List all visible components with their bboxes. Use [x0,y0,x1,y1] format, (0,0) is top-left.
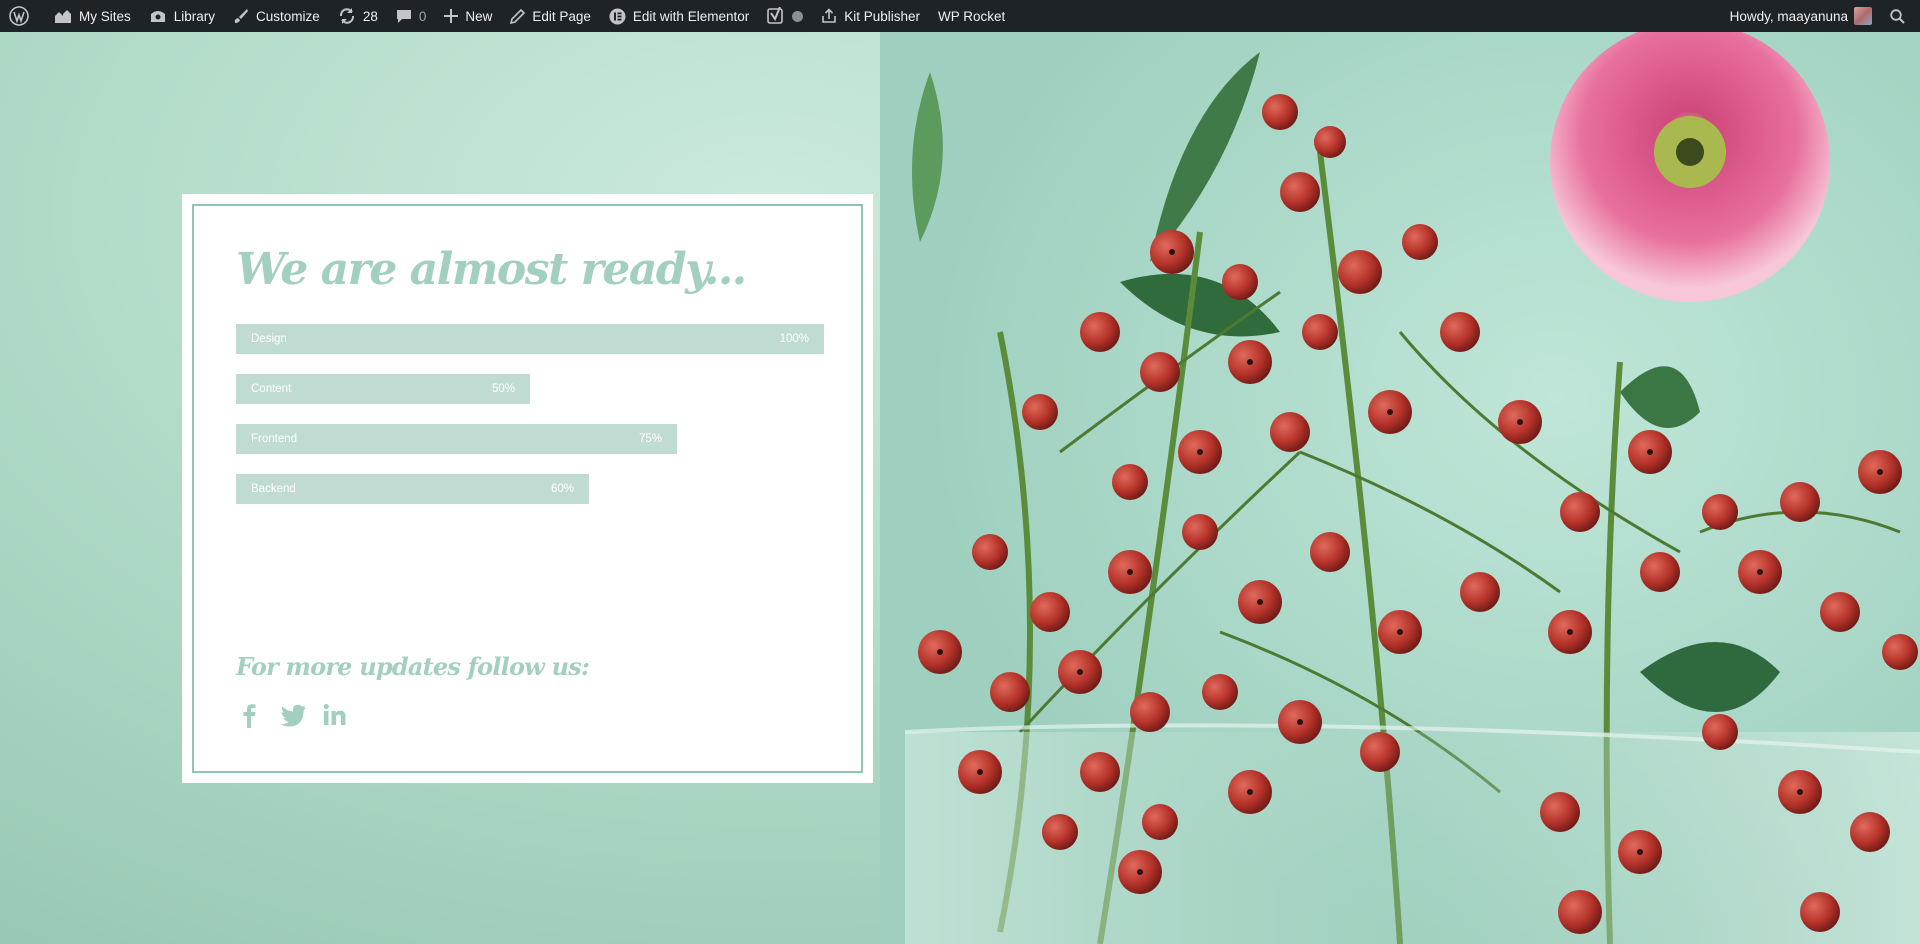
yoast-seo-button[interactable] [758,0,812,32]
comment-icon [396,10,411,23]
twitter-icon [280,704,306,727]
progress-bar-backend: Backend 60% [236,474,589,504]
progress-bar-design: Design 100% [236,324,824,354]
progress-label: Frontend [251,433,298,445]
wp-rocket-menu[interactable]: WP Rocket [929,0,1014,32]
avatar [1854,7,1872,25]
wp-rocket-label: WP Rocket [938,8,1006,24]
paintbrush-icon [234,9,249,23]
account-menu[interactable]: Howdy, maayanuna [1721,0,1881,32]
edit-with-elementor-button[interactable]: Edit with Elementor [600,0,758,32]
upload-icon [822,8,837,23]
progress-value: 75% [638,433,662,445]
page-title: We are almost ready... [236,244,747,295]
edit-with-elementor-label: Edit with Elementor [632,8,750,24]
coming-soon-card: We are almost ready... Design 100% Conte… [182,194,873,783]
elementor-icon [609,8,626,24]
comments-count: 0 [418,8,427,24]
customize-button[interactable]: Customize [224,0,329,32]
howdy-label: Howdy, maayanuna [1729,8,1848,24]
card-border: We are almost ready... Design 100% Conte… [192,204,863,773]
progress-label: Backend [251,483,296,495]
search-icon [1890,8,1905,24]
progress-value: 100% [779,333,809,345]
facebook-link[interactable] [236,702,262,728]
search-button[interactable] [1881,0,1920,32]
wordpress-logo-button[interactable] [0,0,45,32]
plus-icon [444,9,459,23]
my-sites-menu[interactable]: My Sites [45,0,140,32]
edit-page-label: Edit Page [532,8,591,24]
seo-status-dot [792,10,804,22]
new-label: New [465,8,493,24]
new-content-button[interactable]: New [435,0,501,32]
library-menu[interactable]: Library [140,0,224,32]
progress-value: 60% [550,483,574,495]
updates-button[interactable]: 28 [329,0,387,32]
my-sites-label: My Sites [79,8,131,24]
facebook-icon [243,704,256,728]
progress-label: Design [251,333,287,345]
follow-us-heading: For more updates follow us: [236,652,590,681]
updates-icon [339,8,354,24]
twitter-link[interactable] [279,702,306,728]
yoast-icon [767,7,784,24]
progress-label: Content [251,383,292,395]
library-icon [150,11,165,22]
wordpress-icon [9,6,29,26]
admin-bar-secondary: Howdy, maayanuna [1721,0,1920,32]
library-label: Library [173,8,216,24]
edit-page-button[interactable]: Edit Page [501,0,600,32]
customize-label: Customize [256,8,320,24]
linkedin-icon [323,703,346,725]
pencil-icon [510,8,526,24]
comments-button[interactable]: 0 [387,0,436,32]
progress-value: 50% [491,383,515,395]
linkedin-link[interactable] [322,702,348,728]
progress-bar-frontend: Frontend 75% [236,424,677,454]
progress-bar-content: Content 50% [236,374,530,404]
my-sites-icon [55,10,71,23]
updates-count: 28 [362,8,378,24]
kit-publisher-label: Kit Publisher [844,8,921,24]
admin-bar: My Sites Library Customize 28 0 New Edit… [0,0,1920,32]
kit-publisher-button[interactable]: Kit Publisher [812,0,929,32]
